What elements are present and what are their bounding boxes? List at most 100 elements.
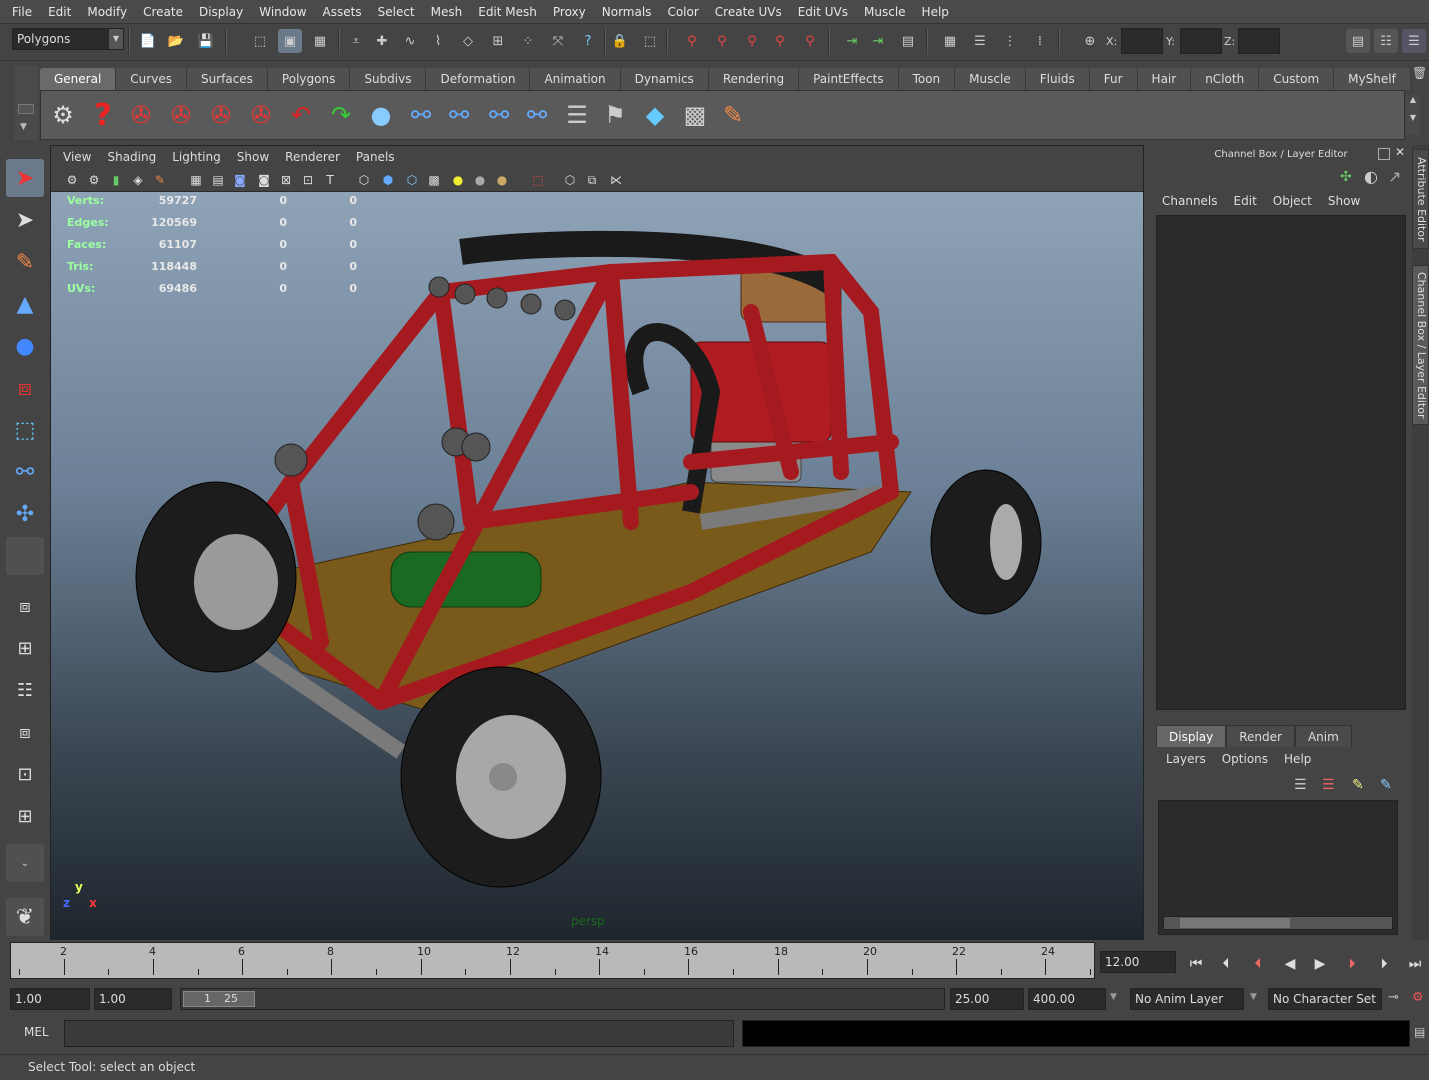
viewport-menu-shading[interactable]: Shading <box>99 150 164 164</box>
snap-plane-icon[interactable]: ◇ <box>456 29 480 53</box>
film-reel-icon[interactable]: ✇ <box>203 97 239 133</box>
green-arrow-icon[interactable]: ↷ <box>323 97 359 133</box>
dope-sheet-icon[interactable]: ⁞ <box>1028 29 1052 53</box>
anim-layer-dropdown[interactable]: No Anim Layer <box>1130 988 1244 1010</box>
snap-live-icon[interactable]: ⊞ <box>486 29 510 53</box>
select-hierarchy-icon[interactable]: ⬚ <box>248 29 272 53</box>
joint-icon[interactable]: ⚯ <box>519 97 555 133</box>
menu-create-uvs[interactable]: Create UVs <box>707 0 790 24</box>
menu-edit-uvs[interactable]: Edit UVs <box>790 0 856 24</box>
grid-cube-icon[interactable]: ▩ <box>677 97 713 133</box>
step-forward-frame-icon[interactable]: ⏵ <box>1340 953 1364 975</box>
lasso-tool-icon[interactable]: ➤ <box>6 201 44 239</box>
shadows-icon[interactable]: ● <box>493 171 511 189</box>
channel-box-list[interactable] <box>1156 215 1406 710</box>
scene-view[interactable]: Verts: 59727 0 0 Edges: 120569 0 0 Faces: 61107 0 0… <box>51 192 1143 939</box>
layer-tab-display[interactable]: Display <box>1156 725 1227 747</box>
shelf-tab-rendering[interactable]: Rendering <box>708 68 800 90</box>
tab-channel-box[interactable]: Channel Box / Layer Editor <box>1412 265 1429 425</box>
film-reel-icon[interactable]: ✇ <box>123 97 159 133</box>
shelf-tab-myshelf[interactable]: MyShelf <box>1334 68 1411 90</box>
outliner-icon[interactable]: ☰ <box>968 29 992 53</box>
playback-start-field[interactable]: 1.00 <box>94 988 172 1010</box>
help-icon[interactable]: ? <box>576 29 600 53</box>
viewport-menu-show[interactable]: Show <box>229 150 277 164</box>
menu-create[interactable]: Create <box>135 0 191 24</box>
shelf-tab-subdivs[interactable]: Subdivs <box>350 68 427 90</box>
soft-modification-icon[interactable]: ⚯ <box>6 453 44 491</box>
command-language-label[interactable]: MEL <box>24 1025 49 1039</box>
menu-display[interactable]: Display <box>191 0 251 24</box>
trash-icon[interactable]: 🗑 <box>1412 66 1427 86</box>
all-lights-icon[interactable]: ● <box>471 171 489 189</box>
film-reel-icon[interactable]: ⚙ <box>45 97 81 133</box>
film-gate-icon[interactable]: ▤ <box>209 171 227 189</box>
layer-menu-layers[interactable]: Layers <box>1158 752 1214 766</box>
playback-end-field[interactable]: 25.00 <box>950 988 1024 1010</box>
bookmark-icon[interactable]: ▮ <box>107 171 125 189</box>
shelf-tab-custom[interactable]: Custom <box>1259 68 1335 90</box>
constraint-icon[interactable]: ⚑ <box>597 97 633 133</box>
camera-icon[interactable]: ▦ <box>938 29 962 53</box>
single-pane-layout-icon[interactable]: ⧈ <box>6 587 44 625</box>
shelf-tab-surfaces[interactable]: Surfaces <box>186 68 268 90</box>
layer-tab-anim[interactable]: Anim <box>1294 725 1352 747</box>
muscle-tool-icon[interactable]: ❦ <box>6 898 44 936</box>
script-editor-icon[interactable]: ▤ <box>1414 1025 1425 1039</box>
shelf-tab-muscle[interactable]: Muscle <box>955 68 1026 90</box>
scrollbar-thumb[interactable] <box>1180 918 1290 928</box>
grid-icon[interactable]: ▦ <box>187 171 205 189</box>
viewport-menu-panels[interactable]: Panels <box>348 150 403 164</box>
paint-select-tool-icon[interactable]: ✎ <box>6 243 44 281</box>
camera-attributes-icon[interactable]: ⚙ <box>63 171 81 189</box>
toggle-tool-settings-icon[interactable]: ☷ <box>1374 29 1398 53</box>
shelf-tab-fluids[interactable]: Fluids <box>1025 68 1090 90</box>
four-pane-layout-icon[interactable]: ⊞ <box>6 629 44 667</box>
menu-modify[interactable]: Modify <box>79 0 135 24</box>
rename-icon[interactable]: ⇥ <box>866 29 890 53</box>
menu-muscle[interactable]: Muscle <box>856 0 914 24</box>
grease-pencil-icon[interactable]: ✎ <box>151 171 169 189</box>
shelf-scroll[interactable]: ▲ ▼ <box>1406 95 1420 135</box>
menu-window[interactable]: Window <box>251 0 314 24</box>
animation-start-field[interactable]: 1.00 <box>10 988 90 1010</box>
menu-select[interactable]: Select <box>370 0 423 24</box>
scale-tool-icon[interactable]: ⧈ <box>6 369 44 407</box>
contrast-icon[interactable]: ◐ <box>1364 167 1378 186</box>
select-component-icon[interactable]: ▦ <box>308 29 332 53</box>
shelf-tab-general[interactable]: General <box>40 68 117 90</box>
new-layer-selected-icon[interactable]: ☰ <box>1322 777 1335 793</box>
new-scene-icon[interactable]: 📄 <box>136 29 160 53</box>
render-current-icon[interactable]: ⚲ <box>710 29 734 53</box>
toggle-attribute-editor-icon[interactable]: ▤ <box>1346 29 1370 53</box>
menu-normals[interactable]: Normals <box>594 0 660 24</box>
move-down-icon[interactable]: ✎ <box>1380 777 1392 793</box>
layer-list[interactable] <box>1158 800 1398 935</box>
numeric-input-icon[interactable]: ▤ <box>896 29 920 53</box>
red-arrow-icon[interactable]: ↶ <box>283 97 319 133</box>
xray-icon[interactable]: ⬡ <box>561 171 579 189</box>
snap-curve-icon[interactable]: ∿ <box>398 29 422 53</box>
character-set-dropdown[interactable]: No Character Set <box>1268 988 1382 1010</box>
selection-highlight-icon[interactable]: ⬚ <box>638 29 662 53</box>
layer-scrollbar[interactable] <box>1163 916 1393 930</box>
x-field[interactable] <box>1121 28 1163 54</box>
graph-editor-icon[interactable]: ⋮ <box>998 29 1022 53</box>
preferences-icon[interactable]: ⚙ <box>1412 990 1424 1005</box>
move-up-icon[interactable]: ✎ <box>1352 777 1364 793</box>
resolution-gate-icon[interactable]: ◙ <box>231 171 249 189</box>
isolate-select-icon[interactable]: ⬚ <box>529 171 547 189</box>
image-plane-icon[interactable]: ◈ <box>129 171 147 189</box>
step-forward-key-icon[interactable]: ⏵ <box>1372 953 1396 975</box>
shelf-tab-fur[interactable]: Fur <box>1089 68 1138 90</box>
open-scene-icon[interactable]: 📂 <box>164 29 188 53</box>
menu-mesh[interactable]: Mesh <box>423 0 471 24</box>
menu-set-dropdown[interactable]: Polygons ▼ <box>12 28 124 50</box>
default-light-icon[interactable]: ● <box>449 171 467 189</box>
joint-icon[interactable]: ⚯ <box>403 97 439 133</box>
menu-help[interactable]: Help <box>914 0 957 24</box>
save-scene-icon[interactable]: 💾 <box>194 29 218 53</box>
play-forwards-icon[interactable]: ▶ <box>1308 953 1332 975</box>
snap-point-icon[interactable]: ⌇ <box>426 29 450 53</box>
layer-tab-render[interactable]: Render <box>1226 725 1295 747</box>
